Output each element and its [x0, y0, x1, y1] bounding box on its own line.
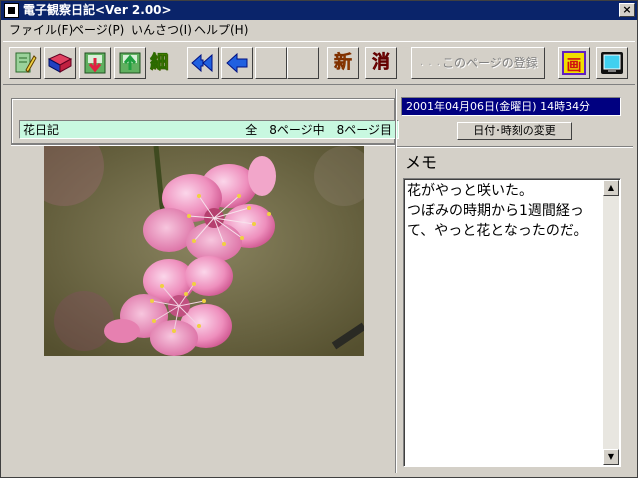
first-page-button[interactable]: [187, 47, 219, 79]
edit-icon: [15, 52, 37, 73]
screen-button[interactable]: 画: [558, 47, 590, 79]
prev-page-button[interactable]: [221, 47, 253, 79]
first-page-icon: [191, 53, 213, 73]
menu-bar: ファイル(F) ページ(P) いんさつ(I) ヘルプ(H): [1, 21, 637, 39]
date-display: 2001年04月06日(金曜日) 14時34分: [401, 97, 621, 116]
register-page-button[interactable]: · · · このページの登録: [411, 47, 545, 79]
new-diary-icon: 細: [150, 52, 169, 74]
open-book-icon: [47, 53, 73, 73]
import-button[interactable]: [79, 47, 111, 79]
delete-page-button[interactable]: 消: [365, 47, 397, 79]
screen-icon: 画: [562, 51, 586, 75]
plum-blossom-image: [44, 146, 364, 356]
next-page-button[interactable]: [255, 47, 287, 79]
diary-name: 花日記: [23, 123, 60, 137]
memo-scrollbar[interactable]: ▲ ▼: [603, 180, 619, 465]
scroll-down-icon[interactable]: ▼: [603, 449, 619, 465]
close-button[interactable]: ×: [619, 3, 635, 17]
edit-button[interactable]: [9, 47, 41, 79]
export-button[interactable]: [114, 47, 146, 79]
app-window: 電子観察日記<Ver 2.00> × ファイル(F) ページ(P) いんさつ(I…: [0, 0, 638, 478]
page-info: 全 8ページ中 8ページ目: [245, 123, 392, 137]
register-dots: · · ·: [420, 60, 441, 71]
info-bar: 花日記 全 8ページ中 8ページ目: [19, 120, 399, 139]
menu-page[interactable]: ページ(P): [72, 23, 124, 37]
change-date-button[interactable]: 日付･時刻の変更: [457, 122, 572, 140]
menu-print[interactable]: いんさつ(I): [131, 23, 192, 37]
memo-textarea[interactable]: 花がやっと咲いた。 つぼみの時期から1週間経って、やっと花となったのだ。 ▲ ▼: [403, 178, 621, 467]
right-divider: [397, 146, 633, 148]
last-page-button[interactable]: [287, 47, 319, 79]
new-diary-button[interactable]: 細: [143, 47, 175, 79]
export-icon: [119, 52, 141, 74]
scroll-up-icon[interactable]: ▲: [603, 180, 619, 196]
open-book-button[interactable]: [44, 47, 76, 79]
register-page-label: このページの登録: [442, 56, 538, 70]
memo-label: メモ: [405, 153, 438, 172]
window-title: 電子観察日記<Ver 2.00>: [23, 3, 172, 17]
memo-text[interactable]: 花がやっと咲いた。 つぼみの時期から1週間経って、やっと花となったのだ。: [407, 181, 601, 241]
fullscreen-icon: [601, 52, 623, 74]
toolbar: 細 新 消 · · · このページの登録 画: [3, 41, 635, 85]
import-icon: [84, 52, 106, 74]
delete-page-icon: 消: [372, 52, 391, 74]
menu-file[interactable]: ファイル(F): [9, 23, 73, 37]
new-page-button[interactable]: 新: [327, 47, 359, 79]
prev-page-icon: [226, 52, 248, 74]
new-page-icon: 新: [334, 52, 353, 74]
fullscreen-button[interactable]: [596, 47, 628, 79]
app-icon[interactable]: [4, 3, 19, 18]
menu-help[interactable]: ヘルプ(H): [194, 23, 248, 37]
info-panel: 花日記 全 8ページ中 8ページ目: [11, 114, 399, 144]
observation-photo: [44, 146, 364, 356]
title-bar[interactable]: 電子観察日記<Ver 2.00> ×: [1, 1, 637, 20]
